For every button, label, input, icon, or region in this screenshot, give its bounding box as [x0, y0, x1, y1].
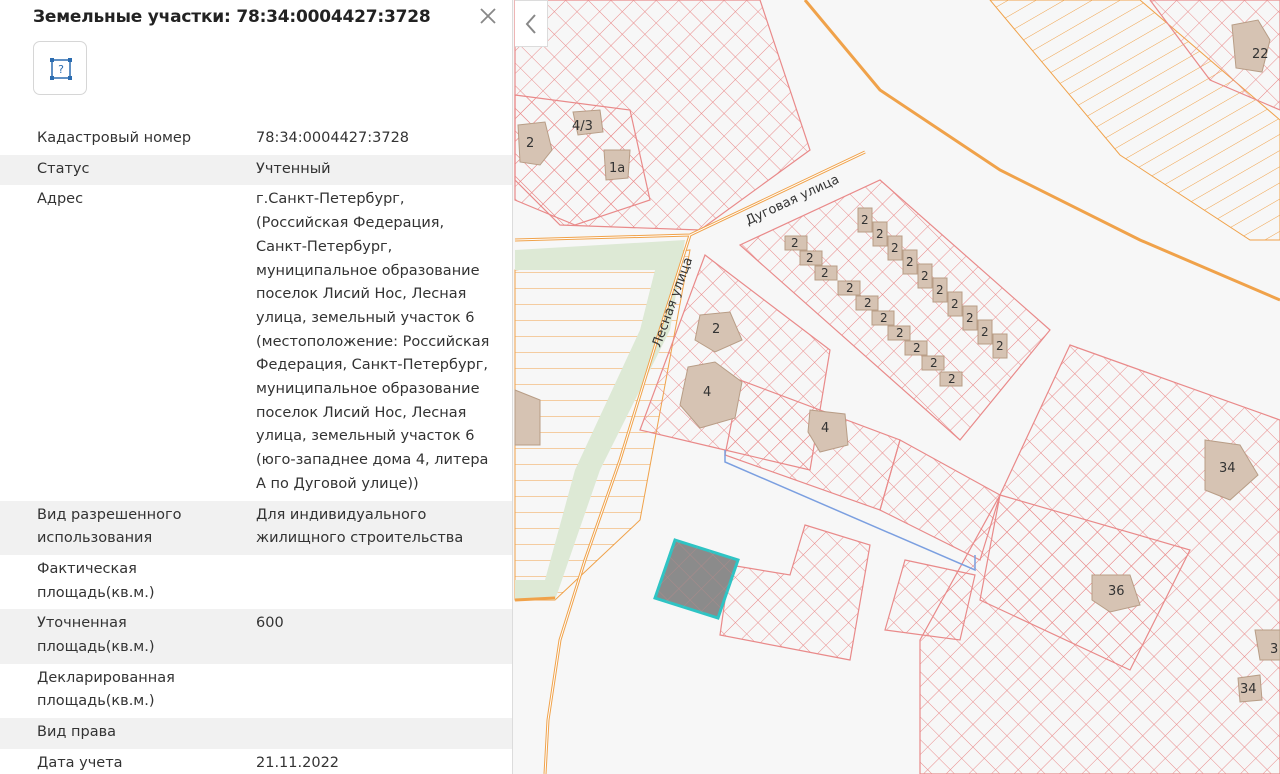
property-row: Фактическая площадь(кв.м.) — [0, 555, 512, 609]
property-value — [218, 667, 512, 714]
house-number-2: 2 — [930, 356, 938, 370]
house-4-3: 4/3 — [572, 119, 593, 134]
parcel-info-panel: Земельные участки: 78:34:0004427:3728 ? … — [0, 0, 513, 774]
property-label: Дата учета — [37, 754, 123, 771]
property-value: Для индивидуального жилищного строительс… — [256, 506, 464, 547]
collapse-panel-button[interactable] — [515, 0, 548, 47]
house-number-2: 2 — [996, 339, 1004, 353]
house-number-2: 2 — [966, 311, 974, 325]
close-button[interactable] — [476, 4, 500, 28]
property-value: 21.11.2022 — [256, 754, 340, 771]
house-number-2: 2 — [880, 311, 888, 325]
property-label: Статус — [37, 160, 90, 177]
property-value — [218, 558, 512, 605]
house-3: 3 — [1270, 642, 1278, 657]
property-label: Кадастровый номер — [37, 130, 192, 146]
house-number-2: 2 — [948, 372, 956, 386]
house-2a: 2 — [526, 136, 534, 151]
svg-text:?: ? — [58, 63, 64, 76]
house-2b: 2 — [712, 322, 720, 337]
house-number-2: 2 — [906, 255, 914, 269]
house-34a: 34 — [1219, 461, 1236, 476]
house-4a: 4 — [703, 385, 711, 400]
property-value: 78:34:0004427:3728 — [256, 130, 410, 146]
house-number-2: 2 — [821, 266, 829, 280]
property-label: Адрес — [37, 191, 84, 208]
house-number-2: 2 — [876, 227, 884, 241]
property-row: Адрес г.Санкт-Петербург, (Российская Фед… — [0, 185, 512, 500]
house-number-2: 2 — [936, 283, 944, 297]
property-row: Уточненная площадь(кв.м.) 600 — [0, 609, 512, 664]
house-number-2: 2 — [951, 297, 959, 311]
property-label: Фактическая площадь(кв.м.) — [37, 560, 155, 601]
house-number-2: 2 — [896, 326, 904, 340]
house-number-2: 2 — [806, 251, 814, 265]
house-number-2: 2 — [913, 341, 921, 355]
property-label: Декларированная площадь(кв.м.) — [37, 669, 175, 710]
property-row: Вид права — [0, 718, 512, 749]
house-number-2: 2 — [921, 269, 929, 283]
close-icon — [480, 8, 496, 24]
house-4b: 4 — [821, 421, 829, 436]
house-number-2: 2 — [791, 236, 799, 250]
panel-title: Земельные участки: 78:34:0004427:3728 — [33, 7, 431, 27]
house-number-2: 2 — [981, 325, 989, 339]
property-row: Вид разрешенного использования Для индив… — [0, 500, 512, 555]
property-row: Кадастровый номер 78:34:0004427:3728 — [0, 124, 512, 155]
house-1a: 1а — [609, 161, 625, 176]
house-number-2: 2 — [846, 281, 854, 295]
property-row: Декларированная площадь(кв.м.) — [0, 664, 512, 718]
house-number-2: 2 — [891, 241, 899, 255]
property-label: Вид права — [37, 724, 117, 741]
parcel-help-icon: ? — [50, 58, 72, 80]
property-value: Учтенный — [256, 160, 331, 177]
house-number-2: 2 — [864, 296, 872, 310]
property-value — [218, 721, 512, 745]
property-row: Статус Учтенный — [0, 154, 512, 186]
house-22: 22 — [1252, 47, 1269, 62]
property-row: Дата учета 21.11.2022 — [0, 749, 512, 774]
house-34b: 34 — [1240, 682, 1257, 697]
properties-table: Кадастровый номер 78:34:0004427:3728 Ста… — [0, 124, 512, 774]
parcel-help-button[interactable]: ? — [33, 41, 87, 95]
house-number-2: 2 — [861, 213, 869, 227]
property-label: Вид разрешенного использования — [37, 506, 182, 547]
property-value: г.Санкт-Петербург, (Российская Федерация… — [256, 191, 490, 492]
property-value: 600 — [256, 615, 284, 632]
chevron-left-icon — [525, 14, 536, 34]
property-label: Уточненная площадь(кв.м.) — [37, 615, 155, 656]
house-36: 36 — [1108, 584, 1125, 599]
